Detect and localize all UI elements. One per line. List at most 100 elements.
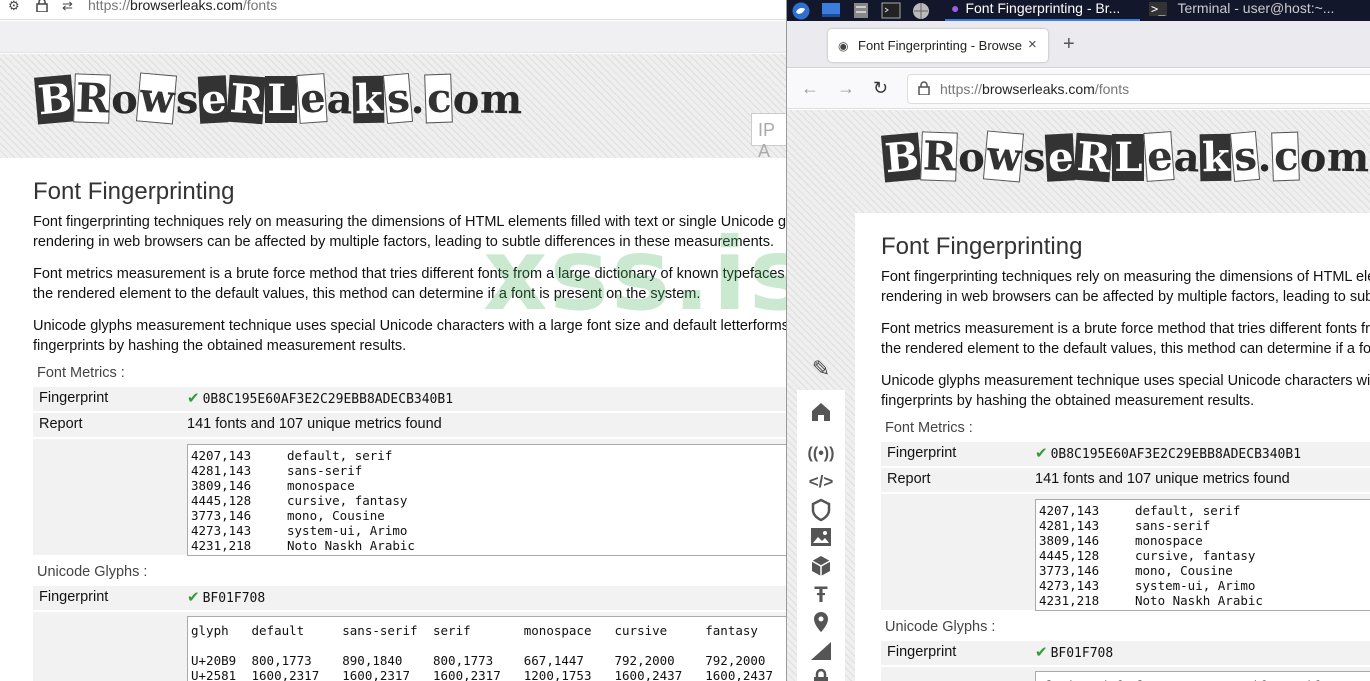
font-names: sans-serif <box>287 463 363 478</box>
taskbar-task-terminal[interactable]: >_ Terminal - user@host:~... <box>1147 0 1370 21</box>
metrics-report-line: 4273,143 system-ui, Arimo <box>191 523 786 538</box>
logo-letter: w <box>982 130 1025 183</box>
logo-letter: s <box>175 75 199 124</box>
browser-globe-icon[interactable] <box>911 1 931 20</box>
browserleaks-logo[interactable]: BRowseRLeaks.com <box>34 72 522 125</box>
ip-lookup-input[interactable]: IP A <box>751 113 786 161</box>
glyph-measurement: 800,1773 <box>251 653 312 668</box>
left-main-content: Font Fingerprinting Font fingerprinting … <box>8 158 786 681</box>
home-icon[interactable] <box>797 400 845 430</box>
glyph-measurement: 1600,2437 <box>614 668 683 681</box>
text-size-icon[interactable]: Ŧ <box>797 582 845 608</box>
logo-letter: c <box>1271 131 1301 182</box>
broadcast-icon[interactable]: ((•)) <box>797 445 845 463</box>
font-names: Noto Sans Khmer, Noto Sans M <box>287 553 498 555</box>
check-icon: ✔ <box>187 589 200 606</box>
metrics-report-box[interactable]: 4207,143 default, serif 4281,143 sans-serif… <box>187 444 786 556</box>
left-site-header: BRowseRLeaks.com <box>0 54 786 158</box>
metrics-line-1: Font metrics measurement is a brute forc… <box>881 321 1370 337</box>
forward-arrow-icon[interactable]: → <box>837 78 855 99</box>
font-names: cursive, fantasy <box>287 493 408 508</box>
desktop-taskbar: ● Font Fingerprinting - Br... >_ Terminal … <box>787 0 1370 21</box>
left-url-bar[interactable]: ⚙ ⇄ https://browserleaks.com/fonts <box>0 0 786 20</box>
metric-value: 4231,218 <box>1039 593 1100 608</box>
metric-value: 3809,146 <box>191 478 252 493</box>
file-manager-icon[interactable] <box>851 1 871 20</box>
shield-icon[interactable] <box>797 498 845 528</box>
lock-icon[interactable] <box>797 668 845 681</box>
close-tab-icon[interactable]: × <box>1028 36 1037 53</box>
intro-line-1: Font fingerprinting techniques rely on m… <box>881 269 1370 285</box>
metrics-report-line: 3809,146 monospace <box>1039 533 1370 548</box>
logo-letter: o <box>957 133 985 182</box>
report-list-row: 4207,143 default, serif 4281,143 sans-serif… <box>33 439 786 556</box>
metrics-report-line: 4207,143 default, serif <box>191 448 786 463</box>
taskbar-task-browser[interactable]: ● Font Fingerprinting - Br... <box>945 0 1140 21</box>
logo-letter: o <box>110 75 138 124</box>
back-arrow-icon[interactable]: ← <box>801 78 819 99</box>
logo-letter: . <box>410 75 425 124</box>
lock-icon[interactable] <box>918 81 930 98</box>
code-icon[interactable]: </> <box>797 472 845 492</box>
cube-icon[interactable] <box>797 554 845 584</box>
app-menu-icon[interactable] <box>791 1 811 20</box>
address-bar[interactable]: https://browserleaks.com/fonts <box>907 74 1370 104</box>
logo-letter: e <box>197 75 229 124</box>
location-icon[interactable] <box>797 610 845 640</box>
browserleaks-logo[interactable]: BRowseRLeaks.com <box>881 130 1369 183</box>
metrics-fingerprint-value[interactable]: ✔ 0B8C195E60AF3E2C29EBB8ADECB340B1 <box>1035 444 1301 462</box>
report-row: Report 141 fonts and 107 unique metrics … <box>881 468 1370 492</box>
metrics-paragraph: Font metrics measurement is a brute forc… <box>881 319 1370 359</box>
report-list-row: 4207,143 default, serif 4281,143 sans-serif… <box>881 494 1370 611</box>
fingerprint-label: Fingerprint <box>39 589 109 605</box>
metrics-report-box[interactable]: 4207,143 default, serif 4281,143 sans-serif… <box>1035 499 1370 611</box>
metrics-report-line: 4281,143 sans-serif <box>1039 518 1370 533</box>
metrics-line-2: the rendered element to the default valu… <box>881 341 1370 357</box>
report-row: Report 141 fonts and 107 unique metrics … <box>33 413 786 437</box>
logo-letter: c <box>424 73 454 124</box>
metric-value: 4281,143 <box>1039 518 1100 533</box>
logo-letter: e <box>295 73 328 124</box>
image-icon[interactable] <box>797 526 845 554</box>
metrics-report-line: 4242,177Noto Sans Khmer, Noto Sans M <box>1039 608 1370 610</box>
fingerprint-label: Fingerprint <box>887 445 957 461</box>
metric-value: 4207,143 <box>191 448 252 463</box>
tab-font-fingerprinting[interactable]: ◉ Font Fingerprinting - Browse × <box>828 29 1048 62</box>
intro-line-2: rendering in web browsers can be affecte… <box>33 234 774 250</box>
glyph-measurement: 792,2000 <box>614 653 675 668</box>
new-tab-button[interactable]: + <box>1063 33 1075 56</box>
tune-icon[interactable]: ⚙ <box>8 0 20 14</box>
logo-letter: e <box>1044 133 1076 182</box>
background-browser-window: ⚙ ⇄ https://browserleaks.com/fonts BRows… <box>0 0 786 681</box>
page-settings-icon[interactable]: ⇄ <box>62 0 73 14</box>
right-main-content: Font Fingerprinting Font fingerprinting … <box>855 213 1370 681</box>
metrics-fingerprint-value[interactable]: ✔ 0B8C195E60AF3E2C29EBB8ADECB340B1 <box>187 389 453 407</box>
glyph-measurements-box[interactable]: glyphdefaultsans-serifserif <box>1035 671 1370 681</box>
glyph-measurement: 1200,1753 <box>523 668 592 681</box>
glyph-column-header: monospace <box>523 623 592 638</box>
pin-icon[interactable]: ✎ <box>797 356 845 382</box>
metrics-line-2: the rendered element to the default valu… <box>33 286 701 302</box>
glyphs-fingerprint-value[interactable]: ✔ BF01F708 <box>1035 643 1113 661</box>
font-names: system-ui, Arimo <box>287 523 408 538</box>
metric-value: 4242,177 <box>191 553 287 555</box>
desktop-icon[interactable] <box>821 1 841 20</box>
glyph-column-header: fantasy <box>705 623 758 638</box>
font-names: cursive, fantasy <box>1135 548 1256 563</box>
logo-letter: R <box>919 131 958 182</box>
glyphs-fingerprint-value[interactable]: ✔ BF01F708 <box>187 588 265 606</box>
logo-letter: a <box>325 75 354 124</box>
reload-icon[interactable]: ↻ <box>873 78 888 99</box>
logo-letter: o <box>1298 132 1329 183</box>
left-url-text[interactable]: https://browserleaks.com/fonts <box>88 0 277 13</box>
intro-paragraph: Font fingerprinting techniques rely on m… <box>881 267 1370 307</box>
terminal-icon[interactable] <box>881 1 901 20</box>
signal-icon[interactable] <box>797 640 845 668</box>
font-names: default, serif <box>1135 503 1241 518</box>
logo-letter: e <box>1142 131 1175 182</box>
lock-icon[interactable] <box>36 0 48 15</box>
navigation-bar: ← → ↻ https://browserleaks.com/fonts <box>787 69 1370 109</box>
report-label: Report <box>39 416 83 432</box>
glyph-measurements-box[interactable]: glyph default sans-serif serif monospace curs… <box>187 616 786 681</box>
unicode-glyphs-heading: Unicode Glyphs : <box>37 564 148 580</box>
